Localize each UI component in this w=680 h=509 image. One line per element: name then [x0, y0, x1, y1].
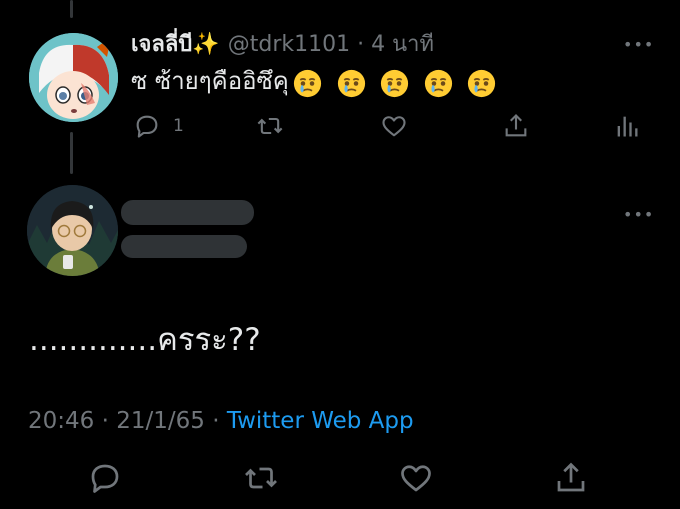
tweet-metadata: 20:46 · 21/1/65 · Twitter Web App [28, 404, 414, 438]
reply-header: เจลลี่บี✨ @tdrk1101 · 4 นาที [131, 28, 434, 62]
time-ago[interactable]: 4 นาที [371, 32, 434, 57]
tweet-source-link[interactable]: Twitter Web App [227, 408, 414, 434]
share-button[interactable] [502, 111, 530, 141]
reply-text-content: ซ ซ้ายๆคืออิซึคุ [131, 67, 289, 95]
avatar[interactable] [27, 185, 118, 276]
more-options-button[interactable]: ••• [623, 205, 654, 224]
retweet-button[interactable] [243, 458, 279, 498]
reply-tweet-text: ซ ซ้ายๆคืออิซึคุ [131, 64, 503, 99]
like-button[interactable] [380, 111, 408, 141]
thread-line-top [70, 0, 73, 18]
emoji-row [293, 65, 504, 99]
share-icon [505, 114, 527, 137]
reply-count: 1 [173, 116, 184, 136]
analytics-icon [617, 116, 638, 137]
display-name[interactable]: เจลลี่บี✨ [131, 32, 220, 57]
reply-button[interactable]: 1 [133, 111, 184, 141]
face-holding-back-tears-icon [424, 69, 452, 97]
like-button[interactable] [398, 458, 434, 498]
reply-action-bar: 1 [0, 111, 680, 141]
retweet-icon [245, 467, 277, 489]
reply-icon [91, 464, 119, 493]
face-holding-back-tears-icon [337, 69, 365, 97]
analytics-button[interactable] [613, 111, 641, 141]
avatar-illustration [29, 33, 118, 122]
avatar[interactable] [29, 33, 118, 122]
share-button[interactable] [553, 458, 589, 498]
redacted-handle [121, 235, 247, 258]
face-holding-back-tears-icon [293, 69, 321, 97]
redacted-display-name [121, 200, 254, 225]
reply-icon [136, 115, 158, 138]
reply-button[interactable] [87, 458, 123, 498]
face-holding-back-tears-icon [468, 69, 496, 97]
more-options-button[interactable]: ••• [623, 35, 654, 54]
heart-icon [401, 465, 431, 492]
face-holding-back-tears-icon [381, 69, 409, 97]
retweet-icon [257, 117, 283, 135]
avatar-illustration [27, 185, 118, 276]
tweet-timestamp[interactable]: 20:46 · 21/1/65 · [28, 408, 227, 434]
retweet-button[interactable] [256, 111, 284, 141]
separator-dot: · [357, 32, 365, 57]
share-icon [557, 462, 585, 492]
main-tweet-text: .............ครระ?? [29, 322, 261, 358]
main-action-bar [0, 458, 680, 498]
heart-icon [382, 116, 406, 137]
user-handle[interactable]: @tdrk1101 [228, 32, 350, 57]
